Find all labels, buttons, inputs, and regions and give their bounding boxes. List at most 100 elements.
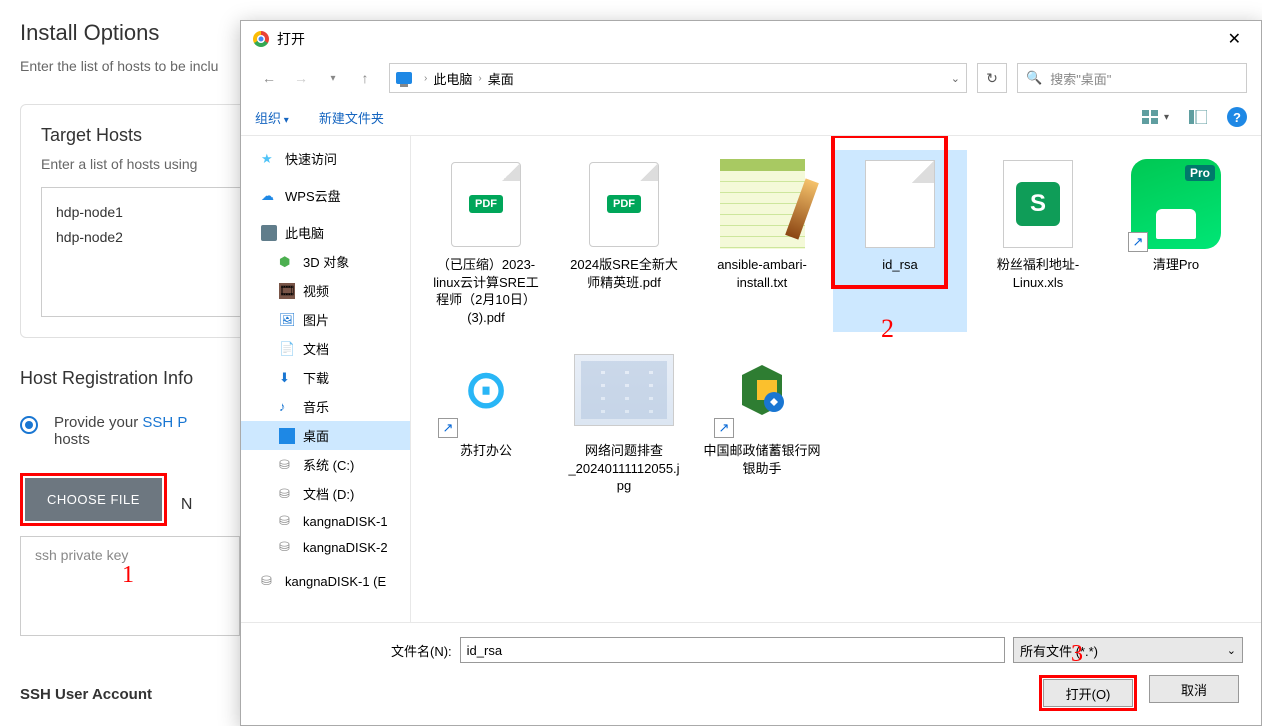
download-icon: ⬇: [279, 370, 295, 386]
close-button[interactable]: ✕: [1220, 27, 1249, 51]
file-item-bank[interactable]: ↗ 中国邮政储蓄银行网银助手: [695, 336, 829, 501]
sidebar-videos[interactable]: 🎞视频: [241, 276, 410, 305]
radio-selected-icon[interactable]: [20, 416, 38, 434]
search-input[interactable]: 🔍 搜索"桌面": [1017, 63, 1247, 93]
file-icon: [865, 160, 935, 248]
organize-menu[interactable]: 组织: [255, 108, 289, 127]
chevron-right-icon: ›: [424, 73, 427, 84]
path-segment[interactable]: 桌面: [488, 69, 514, 88]
shortcut-icon: ↗: [1128, 232, 1148, 252]
files-area[interactable]: PDF （已压缩）2023-linux云计算SRE工程师（2月10日）(3).p…: [411, 136, 1261, 622]
sidebar-drive-kd1e[interactable]: ⛁kangnaDISK-1 (E: [241, 568, 410, 594]
preview-pane-button[interactable]: [1189, 110, 1207, 124]
annotation-1: 1: [122, 562, 134, 589]
chevron-down-icon[interactable]: ⌄: [951, 72, 960, 85]
dialog-footer: 文件名(N): 所有文件 (*.*) ⌄ 3 打开(O) 取消: [241, 622, 1261, 725]
path-segment[interactable]: 此电脑: [433, 69, 472, 88]
file-item-soda[interactable]: ⊙↗ 苏打办公: [419, 336, 553, 501]
sidebar-wps[interactable]: ☁WPS云盘: [241, 181, 410, 210]
sidebar-quick-access[interactable]: ★快速访问: [241, 144, 410, 173]
annotation-box-3: 打开(O): [1039, 675, 1137, 711]
thumbnails-icon: [1142, 110, 1160, 124]
picture-icon: 🖼: [279, 312, 295, 328]
sidebar-this-pc[interactable]: 此电脑: [241, 218, 410, 247]
drive-icon: ⛁: [279, 457, 295, 473]
drive-icon: ⛁: [279, 513, 295, 529]
back-button[interactable]: ←: [255, 64, 283, 92]
host-line: hdp-node2: [56, 225, 264, 250]
help-button[interactable]: ?: [1227, 107, 1247, 127]
star-icon: ★: [261, 151, 277, 167]
drive-icon: ⛁: [261, 573, 277, 589]
chrome-icon: [253, 31, 269, 47]
dialog-body: ★快速访问 ☁WPS云盘 此电脑 ⬢3D 对象 🎞视频 🖼图片 📄文档 ⬇下载 …: [241, 136, 1261, 622]
chevron-right-icon: ›: [478, 73, 481, 84]
pdf-icon: PDF: [589, 162, 659, 247]
sidebar[interactable]: ★快速访问 ☁WPS云盘 此电脑 ⬢3D 对象 🎞视频 🖼图片 📄文档 ⬇下载 …: [241, 136, 411, 622]
host-line: hdp-node1: [56, 200, 264, 225]
file-item-txt[interactable]: ansible-ambari-install.txt: [695, 150, 829, 332]
video-icon: 🎞: [279, 283, 295, 299]
sidebar-downloads[interactable]: ⬇下载: [241, 363, 410, 392]
desktop-icon: [279, 428, 295, 444]
ssh-link[interactable]: SSH P: [142, 414, 187, 431]
refresh-button[interactable]: ↻: [977, 63, 1007, 93]
filename-input[interactable]: [460, 637, 1005, 663]
shortcut-icon: ↗: [714, 418, 734, 438]
view-mode-button[interactable]: ▾: [1142, 110, 1169, 124]
nav-row: ← → ▾ ↑ › 此电脑 › 桌面 ⌄ ↻ 🔍 搜索"桌面": [241, 57, 1261, 99]
new-folder-button[interactable]: 新建文件夹: [319, 108, 384, 127]
radio-label: Provide your SSH P hosts: [54, 414, 187, 448]
sidebar-pictures[interactable]: 🖼图片: [241, 305, 410, 334]
sidebar-drive-kd1[interactable]: ⛁kangnaDISK-1: [241, 508, 410, 534]
file-item-pdf1[interactable]: PDF （已压缩）2023-linux云计算SRE工程师（2月10日）(3).p…: [419, 150, 553, 332]
sidebar-drive-d[interactable]: ⛁文档 (D:): [241, 479, 410, 508]
sidebar-desktop[interactable]: 桌面: [241, 421, 410, 450]
annotation-2: 2: [881, 314, 894, 344]
file-item-cleanpro[interactable]: ↗ 清理Pro: [1109, 150, 1243, 332]
recent-dropdown[interactable]: ▾: [319, 64, 347, 92]
pc-icon: [396, 72, 412, 84]
sidebar-3d-objects[interactable]: ⬢3D 对象: [241, 247, 410, 276]
open-button[interactable]: 打开(O): [1043, 679, 1133, 707]
cube-icon: ⬢: [279, 254, 295, 270]
file-item-pdf2[interactable]: PDF 2024版SRE全新大师精英班.pdf: [557, 150, 691, 332]
xls-icon: S: [1003, 160, 1073, 248]
truncated-text: N: [181, 496, 193, 514]
choose-file-button[interactable]: CHOOSE FILE: [25, 478, 162, 521]
drive-icon: ⛁: [279, 539, 295, 555]
document-icon: 📄: [279, 341, 295, 357]
pc-icon: [261, 225, 277, 241]
notepad-icon: [720, 159, 805, 249]
cancel-button[interactable]: 取消: [1149, 675, 1239, 703]
up-button[interactable]: ↑: [351, 64, 379, 92]
filetype-select[interactable]: 所有文件 (*.*) ⌄: [1013, 637, 1243, 663]
search-icon: 🔍: [1026, 70, 1042, 86]
pdf-icon: PDF: [451, 162, 521, 247]
sidebar-drive-c[interactable]: ⛁系统 (C:): [241, 450, 410, 479]
annotation-box-1: CHOOSE FILE: [20, 473, 167, 526]
path-breadcrumb[interactable]: › 此电脑 › 桌面 ⌄: [389, 63, 967, 93]
image-thumbnail: [574, 354, 674, 426]
cloud-icon: ☁: [261, 188, 277, 204]
filename-label: 文件名(N):: [391, 641, 452, 660]
bank-icon: [732, 360, 792, 420]
chevron-down-icon: ⌄: [1227, 644, 1236, 657]
sidebar-drive-kd2[interactable]: ⛁kangnaDISK-2: [241, 534, 410, 560]
sidebar-documents[interactable]: 📄文档: [241, 334, 410, 363]
pane-icon: [1189, 110, 1207, 124]
file-open-dialog: 打开 ✕ ← → ▾ ↑ › 此电脑 › 桌面 ⌄ ↻ 🔍 搜索"桌面" 组织 …: [240, 20, 1262, 726]
annotation-3: 3: [1071, 641, 1083, 668]
forward-button[interactable]: →: [287, 64, 315, 92]
dialog-title: 打开: [277, 29, 305, 49]
drive-icon: ⛁: [279, 486, 295, 502]
shortcut-icon: ↗: [438, 418, 458, 438]
music-icon: ♪: [279, 399, 295, 415]
file-item-xls[interactable]: S 粉丝福利地址-Linux.xls: [971, 150, 1105, 332]
file-item-idrsa[interactable]: id_rsa: [833, 150, 967, 332]
dialog-titlebar: 打开 ✕: [241, 21, 1261, 57]
toolbar: 组织 新建文件夹 ▾ ?: [241, 99, 1261, 136]
sidebar-music[interactable]: ♪音乐: [241, 392, 410, 421]
file-item-jpg[interactable]: 网络问题排查_20240111112055.jpg: [557, 336, 691, 501]
app-icon: ⊙: [446, 350, 526, 430]
